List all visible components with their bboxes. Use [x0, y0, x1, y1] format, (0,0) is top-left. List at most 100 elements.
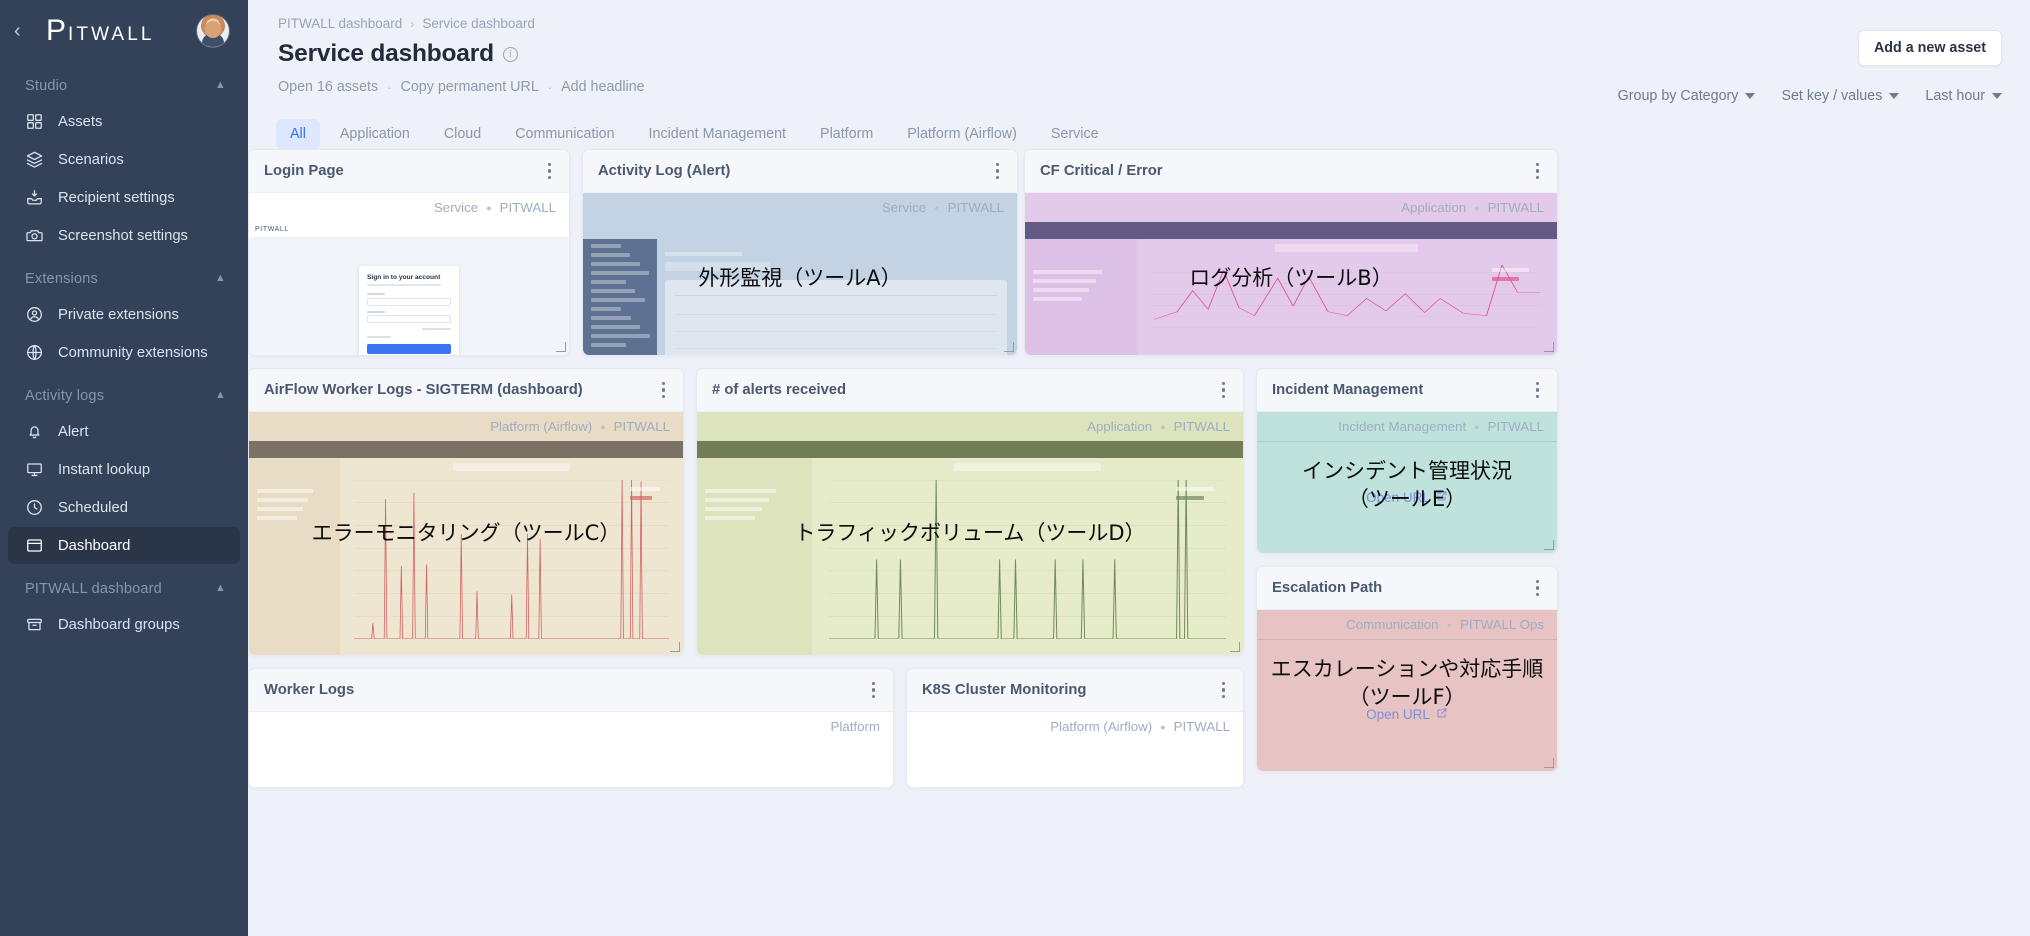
tab-platform-airflow-[interactable]: Platform (Airflow) [893, 119, 1031, 149]
open-url-link[interactable]: Open URL [1257, 707, 1557, 722]
sidebar-item-scenarios[interactable]: Scenarios [8, 141, 240, 178]
dashboard-card[interactable]: CF Critical / Error Application ● PITWALL ログ… [1024, 149, 1558, 356]
sidebar-item-screenshot-settings[interactable]: Screenshot settings [8, 217, 240, 254]
card-resize-handle[interactable] [1543, 341, 1554, 352]
breadcrumb-item-current[interactable]: Service dashboard [422, 16, 535, 31]
archive-icon [25, 615, 44, 634]
collapse-sidebar-icon[interactable]: ‹ [14, 21, 32, 41]
add-headline-link[interactable]: Add headline [561, 79, 644, 95]
group-by-category-dropdown[interactable]: Group by Category [1618, 88, 1756, 104]
external-link-icon [1436, 707, 1448, 722]
sidebar-item-instant-lookup[interactable]: Instant lookup [8, 451, 240, 488]
sidebar-item-scheduled[interactable]: Scheduled [8, 489, 240, 526]
tab-platform[interactable]: Platform [806, 119, 887, 149]
avatar[interactable] [196, 14, 230, 48]
sidebar-header: ‹ P ITWALL [0, 0, 248, 62]
card-body[interactable]: Application ● PITWALL ログ分析（ツールB） [1025, 193, 1557, 355]
tab-communication[interactable]: Communication [501, 119, 628, 149]
sidebar-section-studio[interactable]: Studio ▲ [0, 62, 248, 102]
sidebar-item-label: Dashboard groups [58, 616, 180, 633]
dashboard-card[interactable]: Incident Management Incident Management ● P… [1256, 368, 1558, 554]
sidebar-section-label: Activity logs [25, 388, 105, 404]
sidebar-item-assets[interactable]: Assets [8, 103, 240, 140]
card-menu-icon[interactable] [993, 159, 1002, 183]
card-category: Application [1401, 200, 1467, 215]
card-resize-handle[interactable] [1229, 641, 1240, 652]
card-menu-icon[interactable] [545, 159, 554, 183]
dashboard-card[interactable]: Login Page PITWALL Sign in to your account… [248, 149, 570, 356]
page-title: Service dashboard [278, 40, 494, 67]
card-category: Service [433, 200, 479, 215]
card-category: Service [881, 200, 927, 215]
card-menu-icon[interactable] [659, 378, 668, 402]
card-body[interactable]: PITWALL Sign in to your account Service ● PI… [249, 193, 569, 355]
card-body[interactable]: Platform [249, 712, 893, 787]
card-body[interactable]: Communication ● PITWALL Ops Open URL エスカレーショ… [1257, 610, 1557, 771]
card-body[interactable]: Application ● PITWALL トラフィックボリューム（ツールD） [697, 412, 1243, 655]
dashboard-card[interactable]: Escalation Path Communication ● PITWALL Ops… [1256, 566, 1558, 772]
dashboard-card[interactable]: Worker Logs Platform [248, 668, 894, 788]
time-range-dropdown[interactable]: Last hour [1925, 88, 2002, 104]
copy-permanent-url-link[interactable]: Copy permanent URL [401, 79, 539, 95]
sidebar-item-community-extensions[interactable]: Community extensions [8, 334, 240, 371]
sidebar-item-private-extensions[interactable]: Private extensions [8, 296, 240, 333]
group-by-category-label: Group by Category [1617, 88, 1739, 104]
sidebar-item-recipient-settings[interactable]: Recipient settings [8, 179, 240, 216]
add-a-new-asset-button[interactable]: Add a new asset [1857, 30, 2002, 66]
sub-action-separator: · [387, 79, 392, 95]
set-key-values-dropdown[interactable]: Set key / values [1781, 88, 1900, 104]
card-workspace: PITWALL Ops [1460, 617, 1544, 632]
brand-logo[interactable]: P ITWALL [40, 16, 188, 46]
sidebar-item-label: Scheduled [58, 499, 128, 516]
card-workspace: PITWALL [1173, 419, 1230, 434]
dashboard-card[interactable]: # of alerts received Application ● PITWALL ト… [696, 368, 1244, 656]
sidebar-item-dashboard[interactable]: Dashboard [8, 527, 240, 564]
open-url-link[interactable]: Open URL [1257, 490, 1557, 505]
card-title: AirFlow Worker Logs - SIGTERM (dashboard… [264, 382, 583, 398]
tab-application[interactable]: Application [326, 119, 424, 149]
main-content: PITWALL dashboard › Service dashboard Se… [248, 0, 2030, 936]
sidebar-section-pitwall-dashboard[interactable]: PITWALL dashboard ▲ [0, 565, 248, 605]
card-menu-icon[interactable] [1533, 378, 1542, 402]
chevron-down-icon [1745, 93, 1756, 99]
open-assets-link[interactable]: Open 16 assets [278, 79, 378, 95]
card-resize-handle[interactable] [1543, 539, 1554, 550]
open-url-label: Open URL [1366, 489, 1430, 505]
info-icon[interactable]: i [502, 46, 518, 62]
breadcrumb: PITWALL dashboard › Service dashboard [278, 16, 2002, 31]
tab-service[interactable]: Service [1037, 119, 1113, 149]
card-menu-icon[interactable] [1219, 678, 1228, 702]
card-resize-handle[interactable] [555, 341, 566, 352]
tab-all[interactable]: All [276, 119, 320, 149]
card-resize-handle[interactable] [1003, 341, 1014, 352]
title-row: Service dashboard i [278, 40, 2002, 68]
card-resize-handle[interactable] [669, 641, 680, 652]
card-header: CF Critical / Error [1025, 150, 1557, 193]
sidebar-item-label: Alert [58, 423, 89, 440]
card-menu-icon[interactable] [1533, 159, 1542, 183]
card-resize-handle[interactable] [1543, 757, 1554, 768]
breadcrumb-item-root[interactable]: PITWALL dashboard [278, 16, 402, 31]
tab-cloud[interactable]: Cloud [430, 119, 495, 149]
sidebar-item-alert[interactable]: Alert [8, 413, 240, 450]
card-body[interactable]: Incident Management ● PITWALL Open URL インシデン… [1257, 412, 1557, 553]
card-meta: Service ● PITWALL [583, 193, 1017, 222]
sidebar-section-extensions[interactable]: Extensions ▲ [0, 255, 248, 295]
card-header: Incident Management [1257, 369, 1557, 412]
card-menu-icon[interactable] [869, 678, 878, 702]
card-body[interactable]: Platform (Airflow) ● PITWALL エラーモニタリング（ツールC… [249, 412, 683, 655]
dashboard-card[interactable]: K8S Cluster Monitoring Platform (Airflow)… [906, 668, 1244, 788]
sidebar-item-label: Community extensions [58, 344, 208, 361]
dashboard-card[interactable]: Activity Log (Alert) Service ● PITWALL 外形監視（… [582, 149, 1018, 356]
dashboard-card[interactable]: AirFlow Worker Logs - SIGTERM (dashboard… [248, 368, 684, 656]
sidebar-item-dashboard-groups[interactable]: Dashboard groups [8, 606, 240, 643]
sidebar-section-activity-logs[interactable]: Activity logs ▲ [0, 372, 248, 412]
card-menu-icon[interactable] [1533, 576, 1542, 600]
sidebar-item-label: Screenshot settings [58, 227, 188, 244]
tab-incident-management[interactable]: Incident Management [635, 119, 801, 149]
card-category: Platform (Airflow) [1050, 719, 1153, 734]
meta-separator-icon: ● [1160, 421, 1166, 432]
card-body[interactable]: Service ● PITWALL 外形監視（ツールA） [583, 193, 1017, 355]
card-menu-icon[interactable] [1219, 378, 1228, 402]
card-body[interactable]: Platform (Airflow) ● PITWALL [907, 712, 1243, 787]
